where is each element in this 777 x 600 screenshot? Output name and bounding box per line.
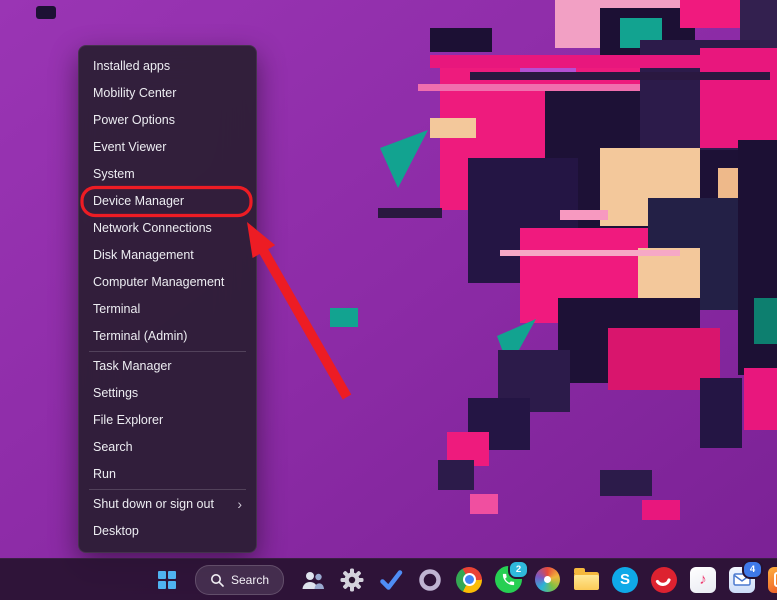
gear-icon (339, 567, 365, 593)
ring-icon (417, 567, 443, 593)
menu-item-label: Terminal (93, 296, 140, 323)
menu-item-label: Power Options (93, 107, 175, 134)
menu-item-terminal-admin[interactable]: Terminal (Admin) (79, 323, 256, 350)
menu-item-label: Settings (93, 380, 138, 407)
office-icon (768, 567, 777, 593)
menu-item-label: Mobility Center (93, 80, 176, 107)
office-app-button[interactable] (764, 563, 777, 597)
mail-app-button[interactable]: 4 (725, 563, 759, 597)
chrome-app-button[interactable] (452, 563, 486, 597)
menu-item-shut-down-or-sign-out[interactable]: Shut down or sign out › (79, 491, 256, 518)
start-button[interactable] (150, 563, 184, 597)
music-app-button[interactable]: ♪ (686, 563, 720, 597)
menu-item-disk-management[interactable]: Disk Management (79, 242, 256, 269)
menu-item-label: Shut down or sign out (93, 491, 214, 518)
mail-badge: 4 (742, 560, 763, 579)
menu-item-device-manager[interactable]: Device Manager (79, 188, 256, 215)
ring-app-button[interactable] (413, 563, 447, 597)
search-button[interactable]: Search (195, 565, 284, 595)
chrome-icon (456, 567, 482, 593)
search-icon (210, 573, 224, 587)
menu-item-label: Desktop (93, 518, 139, 545)
pinwheel-icon (535, 567, 560, 592)
menu-item-label: File Explorer (93, 407, 163, 434)
menu-item-system[interactable]: System (79, 161, 256, 188)
menu-item-desktop[interactable]: Desktop (79, 518, 256, 545)
people-icon (301, 569, 325, 591)
red-swirl-icon (651, 567, 677, 593)
menu-separator (89, 489, 246, 490)
menu-item-file-explorer[interactable]: File Explorer (79, 407, 256, 434)
folder-icon (574, 572, 599, 590)
menu-item-label: System (93, 161, 135, 188)
menu-separator (89, 351, 246, 352)
menu-item-label: Device Manager (93, 188, 184, 215)
skype-app-button[interactable]: S (608, 563, 642, 597)
whatsapp-badge: 2 (508, 560, 529, 579)
todo-app-button[interactable] (374, 563, 408, 597)
menu-item-label: Network Connections (93, 215, 212, 242)
menu-item-task-manager[interactable]: Task Manager (79, 353, 256, 380)
people-app-button[interactable] (296, 563, 330, 597)
menu-item-label: Computer Management (93, 269, 224, 296)
menu-item-label: Installed apps (93, 53, 170, 80)
menu-item-label: Task Manager (93, 353, 172, 380)
menu-item-label: Run (93, 461, 116, 488)
menu-item-settings[interactable]: Settings (79, 380, 256, 407)
power-user-menu: Installed apps Mobility Center Power Opt… (78, 45, 257, 553)
menu-item-installed-apps[interactable]: Installed apps (79, 53, 256, 80)
music-note-icon: ♪ (690, 567, 716, 593)
skype-icon: S (612, 567, 638, 593)
menu-item-search[interactable]: Search (79, 434, 256, 461)
search-label: Search (231, 573, 269, 587)
media-app-button[interactable] (647, 563, 681, 597)
check-icon (378, 567, 404, 593)
photos-app-button[interactable] (530, 563, 564, 597)
menu-item-run[interactable]: Run (79, 461, 256, 488)
menu-item-computer-management[interactable]: Computer Management (79, 269, 256, 296)
taskbar: Search (0, 558, 777, 600)
whatsapp-app-button[interactable]: 2 (491, 563, 525, 597)
menu-item-label: Search (93, 434, 133, 461)
file-explorer-button[interactable] (569, 563, 603, 597)
menu-item-power-options[interactable]: Power Options (79, 107, 256, 134)
menu-item-label: Event Viewer (93, 134, 166, 161)
menu-item-mobility-center[interactable]: Mobility Center (79, 80, 256, 107)
menu-item-label: Disk Management (93, 242, 194, 269)
settings-app-button[interactable] (335, 563, 369, 597)
menu-item-terminal[interactable]: Terminal (79, 296, 256, 323)
menu-item-event-viewer[interactable]: Event Viewer (79, 134, 256, 161)
menu-item-label: Terminal (Admin) (93, 323, 187, 350)
submenu-chevron-icon: › (237, 491, 242, 518)
windows-logo-icon (158, 571, 176, 589)
menu-item-network-connections[interactable]: Network Connections (79, 215, 256, 242)
